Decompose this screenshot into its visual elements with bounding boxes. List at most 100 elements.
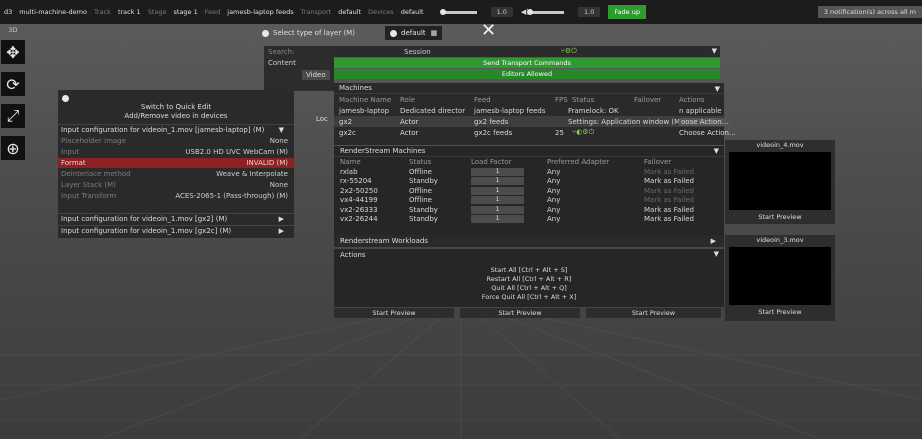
table-row[interactable]: rxlab Offline 1 Any Mark as Failed [334, 167, 724, 177]
scale-icon[interactable]: ⤢ [1, 104, 25, 128]
start-preview-button[interactable]: Start Preview [586, 308, 721, 318]
start-preview-button[interactable]: Start Preview [725, 212, 835, 222]
load-factor-field[interactable]: 1 [471, 215, 524, 223]
close-icon[interactable] [262, 29, 269, 37]
mark-failed-button[interactable]: Mark as Failed [644, 187, 694, 195]
rs-adapter[interactable]: Any [547, 206, 560, 214]
machine-actions[interactable]: Choose Action... [679, 129, 736, 137]
load-factor-field[interactable]: 1 [471, 186, 524, 195]
globe-icon[interactable]: ⊕ [1, 136, 25, 160]
machine-feed[interactable]: gx2 feeds [474, 118, 508, 126]
start-preview-button[interactable]: Start Preview [334, 308, 454, 318]
machine-role[interactable]: Actor [400, 118, 418, 126]
feed-value[interactable]: jamesb-laptop feeds [227, 8, 293, 16]
property-value[interactable]: None [270, 137, 288, 145]
session-bar[interactable]: Session ⑂⚙⏻ ▼ [334, 46, 720, 57]
machines-header[interactable]: Machines [334, 83, 724, 94]
table-row[interactable]: gx2 Actor gx2 feeds Settings: Applicatio… [334, 116, 731, 127]
actions-header[interactable]: Actions ▼ [334, 249, 724, 260]
load-factor-field[interactable]: 1 [471, 177, 524, 185]
machine-actions[interactable]: oose Action... [679, 117, 731, 126]
stage-value[interactable]: stage 1 [174, 8, 198, 16]
chevron-down-icon[interactable]: ▼ [715, 85, 720, 93]
renderstream-workloads-header[interactable]: Renderstream Workloads ▶ [334, 235, 724, 247]
property-row[interactable]: Input Transform ACES-2065-1 (Pass-throug… [58, 191, 294, 201]
property-row[interactable]: Deinterlace method Weave & Interpolate [58, 169, 294, 179]
machine-role[interactable]: Actor [400, 129, 418, 137]
editors-allowed-banner[interactable]: Editors Allowed [334, 69, 720, 79]
content-category[interactable]: Content [264, 57, 334, 68]
send-transport-banner[interactable]: Send Transport Commands [334, 58, 720, 68]
video-option[interactable]: Video [302, 70, 330, 80]
quick-edit-link[interactable]: Switch to Quick Edit [58, 103, 294, 111]
machine-role[interactable]: Dedicated director [400, 107, 465, 115]
property-row[interactable]: Placeholder image None [58, 136, 294, 146]
chevron-down-icon[interactable]: ▼ [712, 47, 717, 55]
load-factor-field[interactable]: 1 [471, 196, 524, 204]
property-row[interactable]: Input USB2.0 HD UVC WebCam (M) [58, 147, 294, 157]
notifications-badge[interactable]: 3 notification(s) across all m [817, 6, 922, 18]
chevron-down-icon[interactable]: ▼ [714, 147, 719, 155]
move-icon[interactable]: ✥ [1, 40, 25, 64]
close-icon[interactable] [390, 29, 397, 37]
input-config-section[interactable]: Input configuration for videoin_1.mov [g… [58, 225, 294, 236]
table-row[interactable]: vx2-26333 Standby 1 Any Mark as Failed [334, 205, 724, 215]
renderstream-header[interactable]: RenderStream Machines ▼ [334, 146, 724, 157]
property-value[interactable]: USB2.0 HD UVC WebCam (M) [185, 148, 288, 156]
search-input[interactable]: Search: [264, 46, 334, 57]
chevron-down-icon[interactable]: ▼ [279, 126, 284, 134]
property-row-error[interactable]: Format INVALID (M) [58, 158, 294, 168]
rs-adapter[interactable]: Any [547, 196, 560, 204]
input-config-section[interactable]: Input configuration for videoin_1.mov [j… [58, 124, 294, 135]
table-row[interactable]: rx-55204 Standby 1 Any Mark as Failed [334, 176, 724, 186]
load-factor-field[interactable]: 1 [471, 167, 524, 176]
master-value[interactable]: 1.0 [578, 7, 601, 17]
machine-feed[interactable]: jamesb-laptop feeds [474, 107, 546, 115]
mark-failed-button[interactable]: Mark as Failed [644, 177, 694, 185]
start-preview-button[interactable]: Start Preview [725, 307, 835, 317]
property-value[interactable]: ACES-2065-1 (Pass-through) (M) [175, 192, 288, 200]
property-value[interactable]: None [270, 181, 288, 189]
close-icon[interactable] [62, 95, 69, 102]
mark-failed-button[interactable]: Mark as Failed [644, 196, 694, 204]
input-config-section[interactable]: Input configuration for videoin_1.mov [g… [58, 213, 294, 224]
start-all-button[interactable]: Start All [Ctrl + Alt + S] [334, 266, 724, 274]
app-icon[interactable]: d3 [4, 8, 12, 16]
force-quit-all-button[interactable]: Force Quit All [Ctrl + Alt + X] [334, 293, 724, 301]
mark-failed-button[interactable]: Mark as Failed [644, 168, 694, 176]
rs-adapter[interactable]: Any [547, 187, 560, 195]
table-row[interactable]: vx4-44199 Offline 1 Any Mark as Failed [334, 195, 724, 205]
property-row[interactable]: Layer Stack (M) None [58, 180, 294, 190]
restart-all-button[interactable]: Restart All [Ctrl + Alt + R] [334, 275, 724, 283]
volume-value[interactable]: 1.0 [490, 7, 513, 17]
fade-up-button[interactable]: Fade up [608, 5, 646, 19]
mark-failed-button[interactable]: Mark as Failed [644, 206, 694, 214]
chevron-right-icon[interactable]: ▶ [711, 237, 716, 245]
mark-failed-button[interactable]: Mark as Failed [644, 215, 694, 223]
property-value[interactable]: Weave & Interpolate [216, 170, 288, 178]
devices-value[interactable]: default [401, 8, 424, 16]
machine-feed[interactable]: gx2c feeds [474, 129, 512, 137]
rs-adapter[interactable]: Any [547, 177, 560, 185]
load-factor-field[interactable]: 1 [471, 205, 524, 214]
rotate-icon[interactable]: ⟳ [1, 72, 25, 96]
quit-all-button[interactable]: Quit All [Ctrl + Alt + Q] [334, 284, 724, 292]
table-row[interactable]: vx2-26244 Standby 1 Any Mark as Failed [334, 214, 724, 224]
volume-slider[interactable] [439, 8, 477, 15]
transport-value[interactable]: default [338, 8, 361, 16]
chevron-down-icon[interactable]: ▼ [714, 250, 719, 258]
view-mode-label[interactable]: 3D [0, 26, 26, 38]
master-slider[interactable] [527, 8, 565, 15]
rs-adapter[interactable]: Any [547, 168, 560, 176]
table-row[interactable]: 2x2-50250 Offline 1 Any Mark as Failed [334, 186, 724, 196]
add-remove-link[interactable]: Add/Remove video in devices [58, 112, 294, 120]
property-value[interactable]: INVALID (M) [246, 159, 288, 167]
project-name[interactable]: multi-machine-demo [19, 8, 87, 16]
table-row[interactable]: jamesb-laptop Dedicated director jamesb-… [334, 105, 724, 116]
chevron-right-icon[interactable]: ▶ [279, 215, 284, 223]
table-row[interactable]: gx2c Actor gx2c feeds 25 ⑂◐⚙⏻ Choose Act… [334, 127, 736, 138]
track-value[interactable]: track 1 [118, 8, 141, 16]
layer-default-badge[interactable]: default ▦ [385, 26, 443, 40]
close-editor-icon[interactable]: ✕ [481, 20, 496, 41]
chevron-right-icon[interactable]: ▶ [279, 227, 284, 235]
